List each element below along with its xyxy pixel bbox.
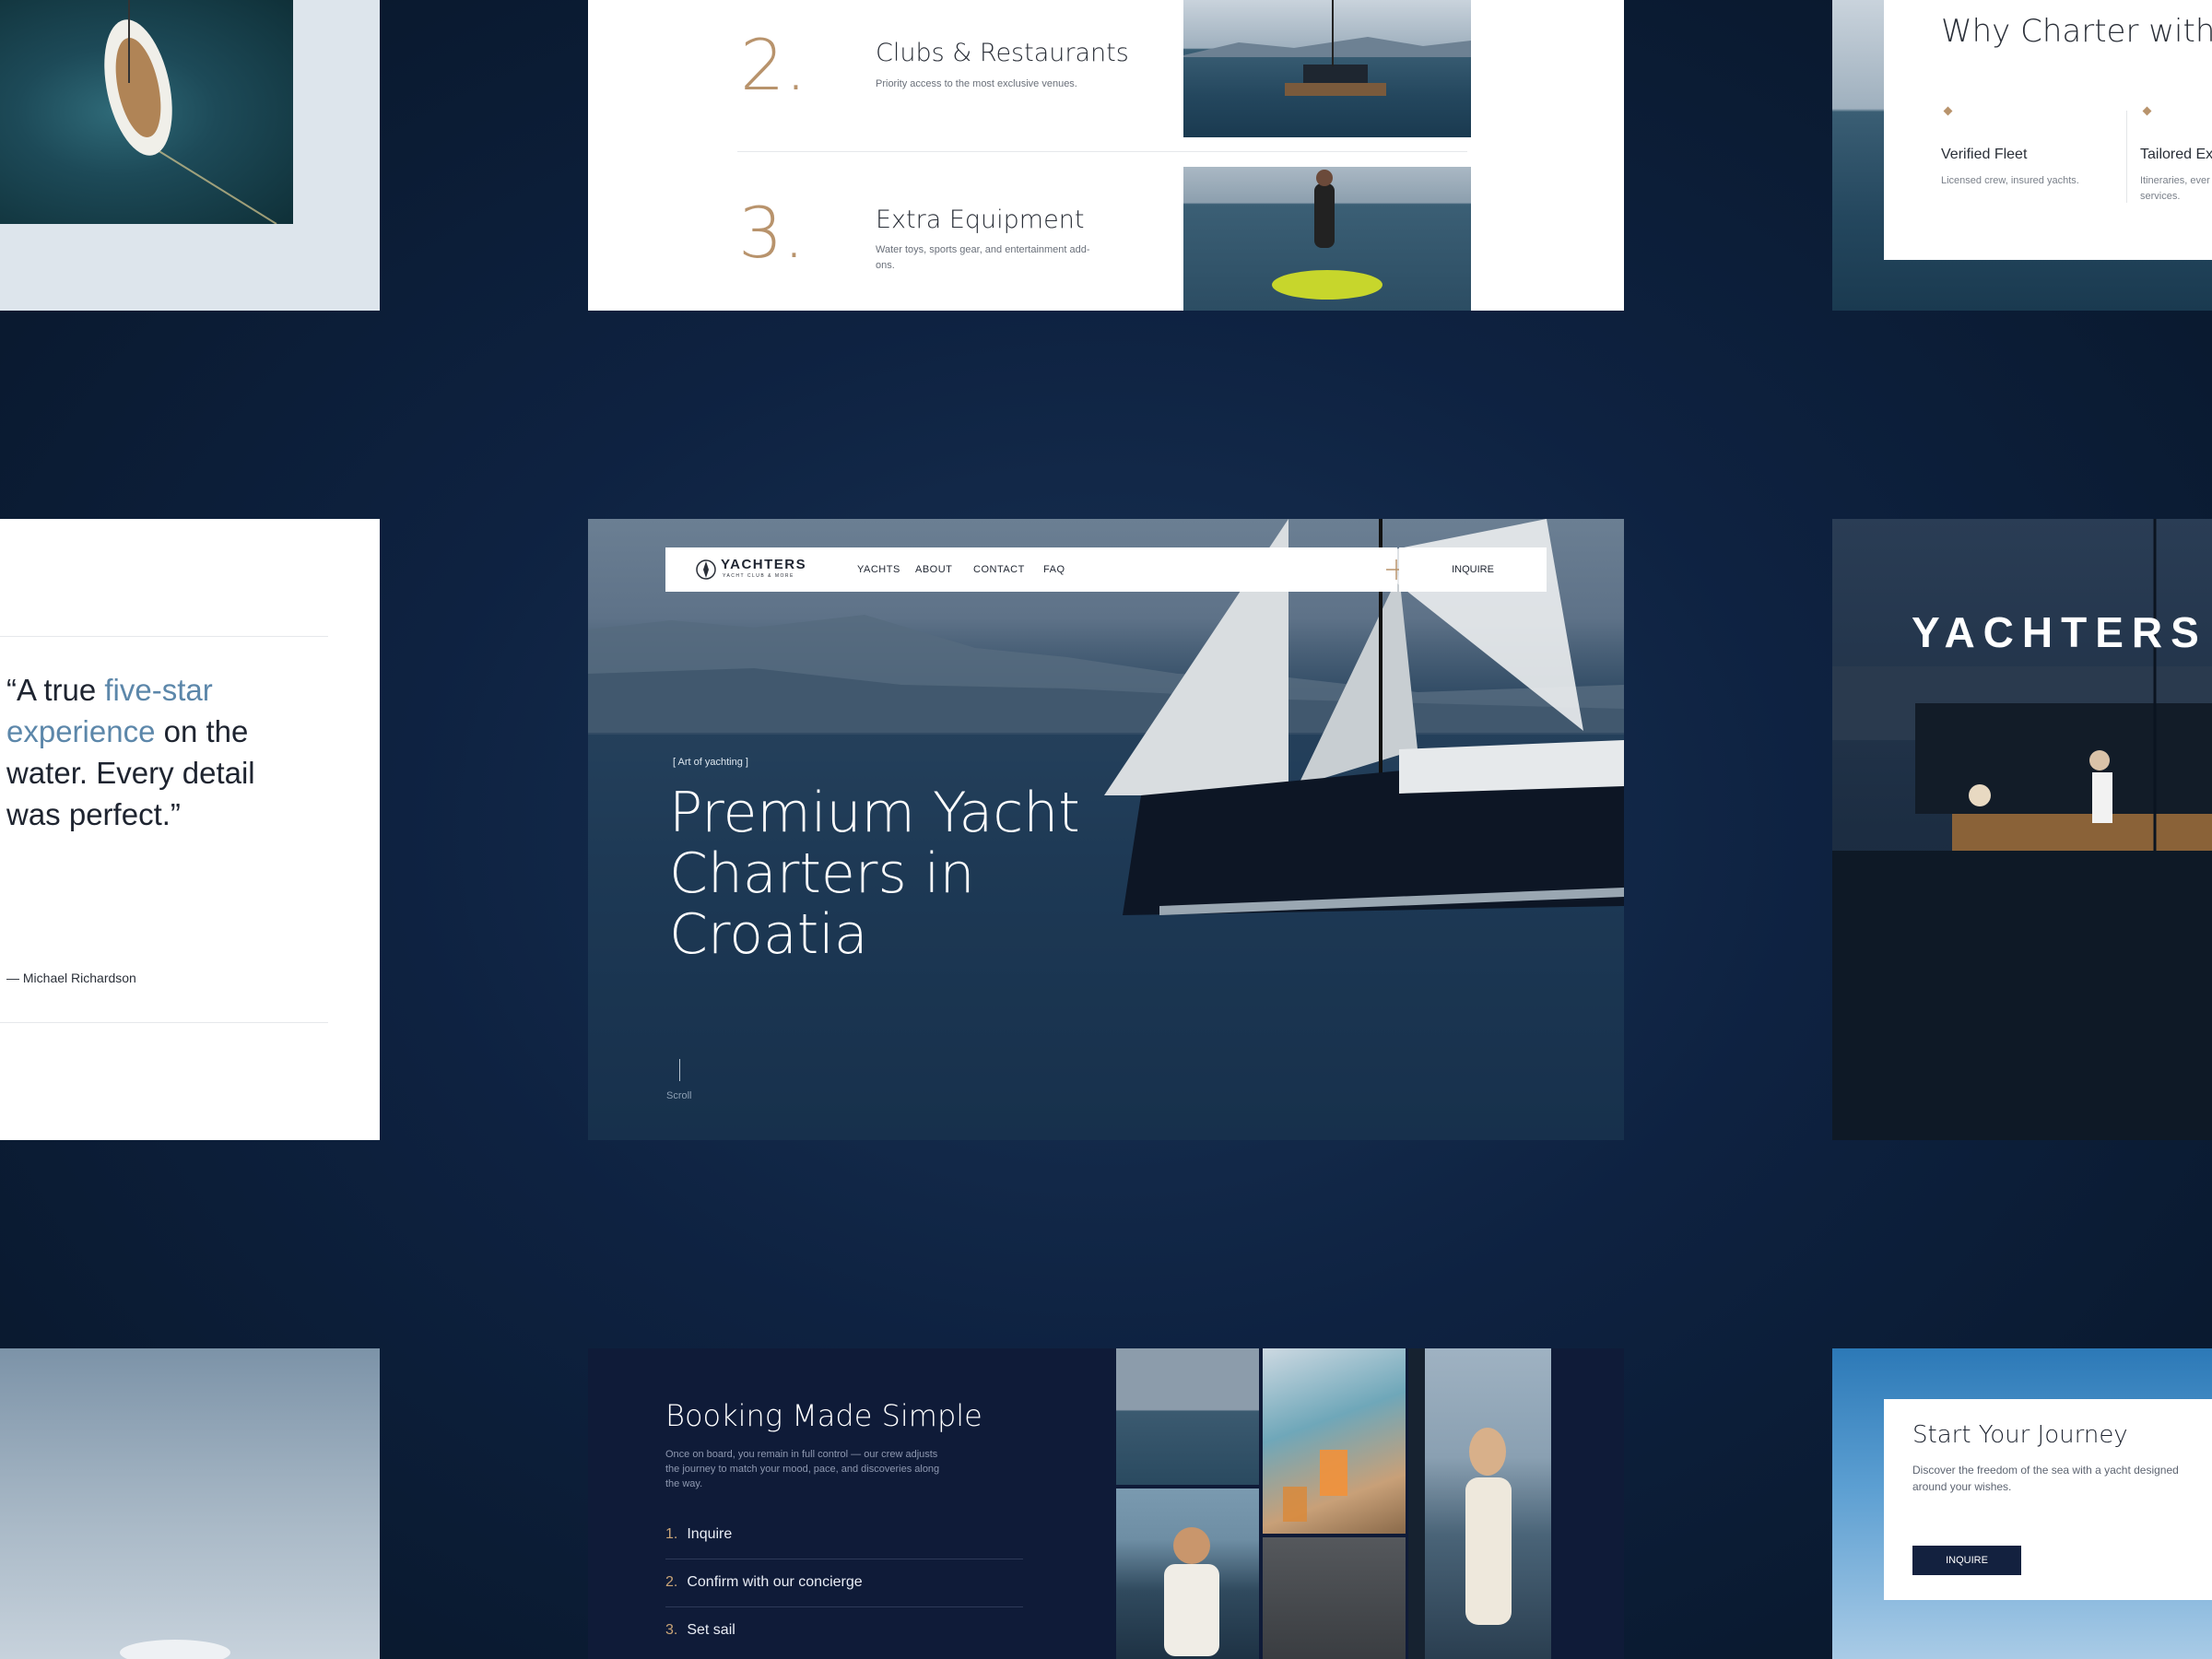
feature-desc: Itineraries, ever services. bbox=[2140, 175, 2210, 202]
brand-name: YACHTERS bbox=[721, 557, 807, 572]
booking-step: 1. Inquire bbox=[665, 1526, 732, 1543]
item-number: 3. bbox=[738, 192, 806, 274]
aerial-yacht-photo bbox=[0, 0, 293, 225]
step-number: 1. bbox=[665, 1526, 678, 1542]
feature-title: Verified Fleet bbox=[1941, 147, 2028, 162]
rocks-tile-photo bbox=[1263, 1537, 1406, 1659]
divider bbox=[0, 636, 328, 637]
yacht-deck-card: YACHTERS bbox=[1832, 519, 2212, 1140]
nav-yachts[interactable]: YACHTS bbox=[857, 564, 900, 575]
booking-step: 2. Confirm with our concierge bbox=[665, 1574, 863, 1591]
booking-title: Booking Made Simple bbox=[665, 1398, 982, 1433]
step-label: Inquire bbox=[687, 1526, 733, 1542]
diamond-icon bbox=[2142, 106, 2152, 116]
nav-faq[interactable]: FAQ bbox=[1043, 564, 1065, 575]
captain-tile-photo bbox=[1116, 1488, 1259, 1659]
feature-desc: Licensed crew, insured yachts. bbox=[1941, 175, 2079, 186]
item-number: 2. bbox=[740, 24, 807, 106]
divider bbox=[2126, 111, 2127, 203]
section-title: Why Charter with Us bbox=[1941, 13, 2212, 50]
services-list-card: 2. Clubs & Restaurants Priority access t… bbox=[588, 0, 1624, 311]
hero-eyebrow: [ Art of yachting ] bbox=[673, 757, 748, 768]
step-label: Confirm with our concierge bbox=[687, 1574, 863, 1590]
side-brand-wordmark: YACHTERS bbox=[1912, 608, 2207, 656]
journey-inquire-button[interactable]: INQUIRE bbox=[1912, 1546, 2021, 1575]
jetski-photo bbox=[1183, 167, 1471, 311]
scroll-indicator bbox=[679, 1059, 680, 1081]
sky-photo-card bbox=[0, 1348, 380, 1659]
journey-title: Start Your Journey bbox=[1912, 1421, 2128, 1449]
booking-step: 3. Set sail bbox=[665, 1622, 735, 1639]
nav-contact[interactable]: CONTACT bbox=[973, 564, 1025, 575]
aerial-photo-card bbox=[0, 0, 380, 311]
why-charter-card: Why Charter with Us Verified Fleet Licen… bbox=[1832, 0, 2212, 311]
step-number: 2. bbox=[665, 1574, 678, 1590]
diamond-icon bbox=[1943, 106, 1953, 116]
hero-headline: Premium Yacht Charters in Croatia bbox=[669, 782, 1185, 965]
divider bbox=[0, 1022, 328, 1023]
item-desc: Priority access to the most exclusive ve… bbox=[876, 78, 1077, 89]
inquire-button[interactable]: INQUIRE bbox=[1399, 547, 1547, 592]
start-journey-card: Start Your Journey Discover the freedom … bbox=[1832, 1348, 2212, 1659]
booking-card: Booking Made Simple Once on board, you r… bbox=[588, 1348, 1624, 1659]
feature-title: Tailored Ex bbox=[2140, 147, 2212, 162]
brand-tagline: YACHT CLUB & MORE bbox=[723, 573, 794, 579]
sky-photo bbox=[120, 1640, 230, 1659]
start-journey-panel: Start Your Journey Discover the freedom … bbox=[1884, 1399, 2212, 1600]
testimonial-quote: “A true five-star experience on the wate… bbox=[6, 669, 311, 835]
testimonial-author: — Michael Richardson bbox=[6, 971, 136, 985]
why-charter-panel: Why Charter with Us Verified Fleet Licen… bbox=[1884, 0, 2212, 260]
headline-line-2: Charters in Croatia bbox=[669, 841, 975, 967]
divider bbox=[737, 151, 1467, 152]
item-title: Clubs & Restaurants bbox=[876, 39, 1129, 67]
booking-desc: Once on board, you remain in full contro… bbox=[665, 1449, 940, 1489]
nav-about[interactable]: ABOUT bbox=[915, 564, 952, 575]
headline-line-1: Premium Yacht bbox=[669, 781, 1080, 845]
hero-section: YACHTERS YACHT CLUB & MORE YACHTS ABOUT … bbox=[588, 519, 1624, 1140]
step-number: 3. bbox=[665, 1622, 678, 1638]
yacht-photo bbox=[1183, 0, 1471, 137]
cocktails-tile-photo bbox=[1263, 1348, 1406, 1534]
compass-icon bbox=[696, 559, 716, 580]
yacht-tile-photo bbox=[1116, 1348, 1259, 1485]
inquire-label: INQUIRE bbox=[1452, 564, 1494, 575]
journey-desc: Discover the freedom of the sea with a y… bbox=[1912, 1464, 2179, 1493]
top-nav: YACHTERS YACHT CLUB & MORE YACHTS ABOUT … bbox=[665, 547, 1406, 592]
item-desc: Water toys, sports gear, and entertainme… bbox=[876, 244, 1090, 271]
step-label: Set sail bbox=[687, 1622, 735, 1638]
scroll-label[interactable]: Scroll bbox=[666, 1090, 692, 1101]
testimonial-card: “A true five-star experience on the wate… bbox=[0, 519, 380, 1140]
guest-tile-photo bbox=[1408, 1348, 1551, 1659]
quote-open: “A true bbox=[6, 673, 105, 707]
item-title: Extra Equipment bbox=[876, 206, 1085, 234]
divider bbox=[665, 1606, 1023, 1607]
